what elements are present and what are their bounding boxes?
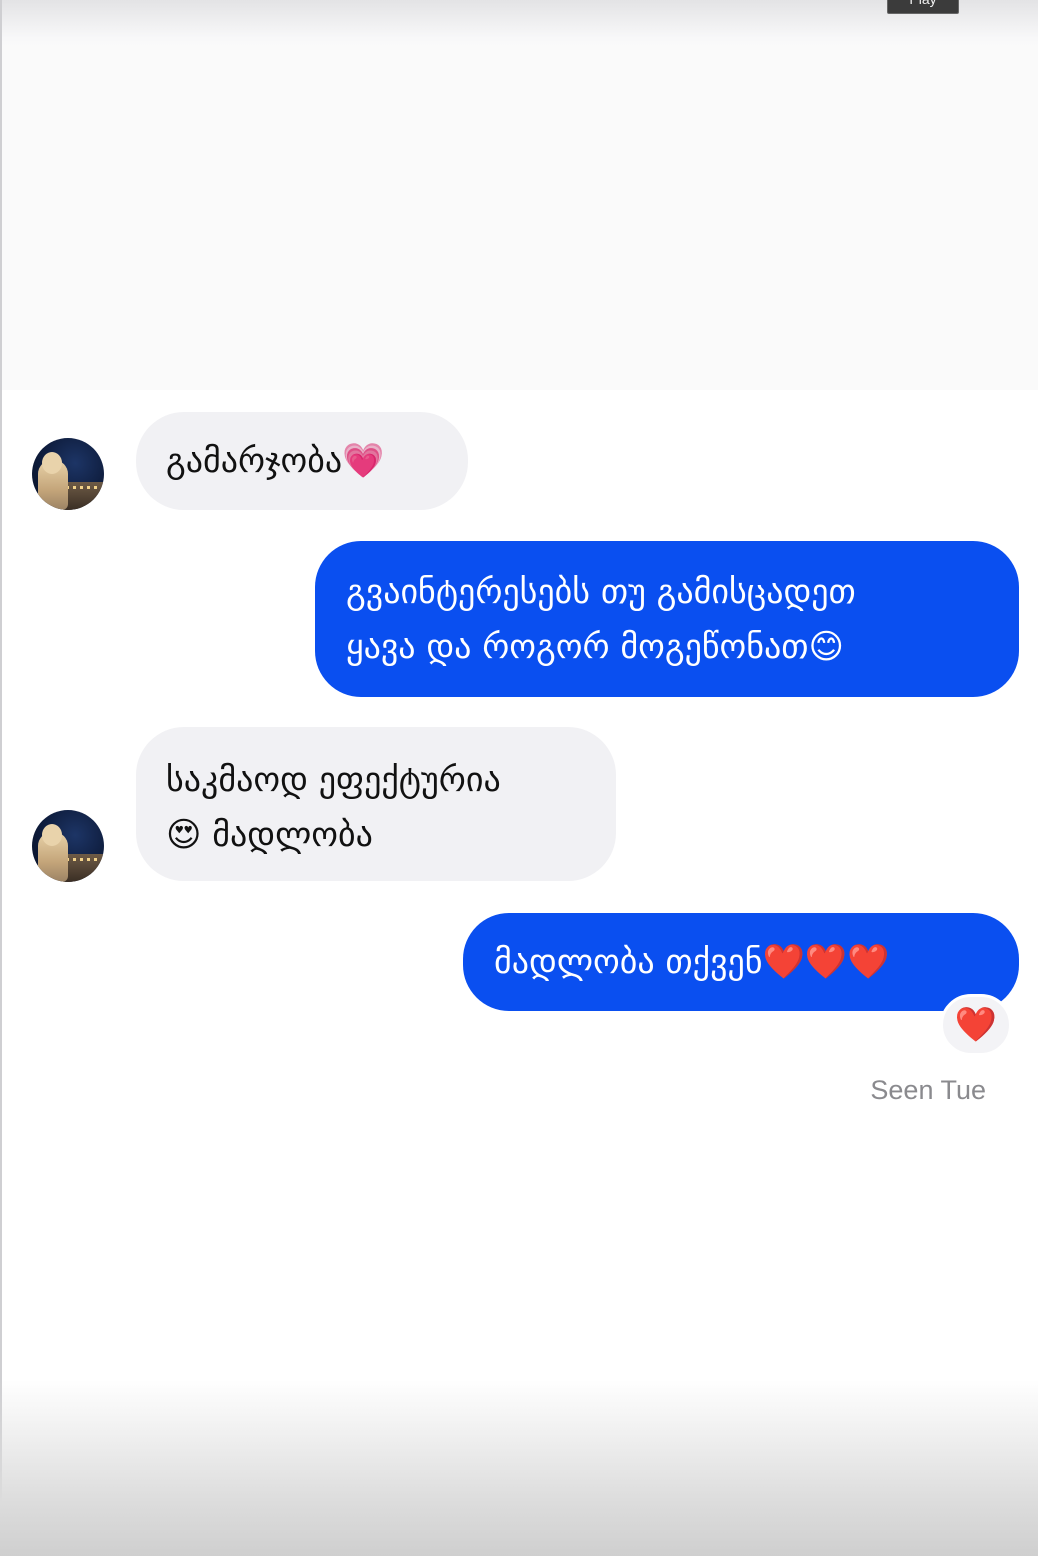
play-button[interactable]: Play <box>887 0 959 14</box>
message-bubble-outgoing[interactable]: გვაინტერესებს თუ გამისცადეთ ყავა და როგო… <box>315 541 1019 697</box>
heart-reaction-icon[interactable]: ❤️ <box>940 994 1012 1056</box>
bottom-gradient <box>0 1380 1038 1556</box>
left-edge-divider <box>0 0 2 1556</box>
seen-status: Seen Tue <box>870 1075 986 1105</box>
message-bubble-outgoing[interactable]: მადლობა თქვენ❤️❤️❤️ <box>463 913 1019 1011</box>
avatar-head <box>42 452 62 474</box>
top-gradient <box>0 0 1038 48</box>
message-bubble-incoming[interactable]: საკმაოდ ეფექტურია 😍 მადლობა <box>136 727 616 881</box>
blank-header-area <box>0 48 1038 390</box>
message-bubble-incoming[interactable]: გამარჯობა💗 <box>136 412 468 510</box>
avatar-city-lights <box>62 482 104 510</box>
avatar-city-lights <box>62 854 104 882</box>
contact-avatar[interactable] <box>32 438 104 510</box>
contact-avatar[interactable] <box>32 810 104 882</box>
avatar-head <box>42 824 62 846</box>
